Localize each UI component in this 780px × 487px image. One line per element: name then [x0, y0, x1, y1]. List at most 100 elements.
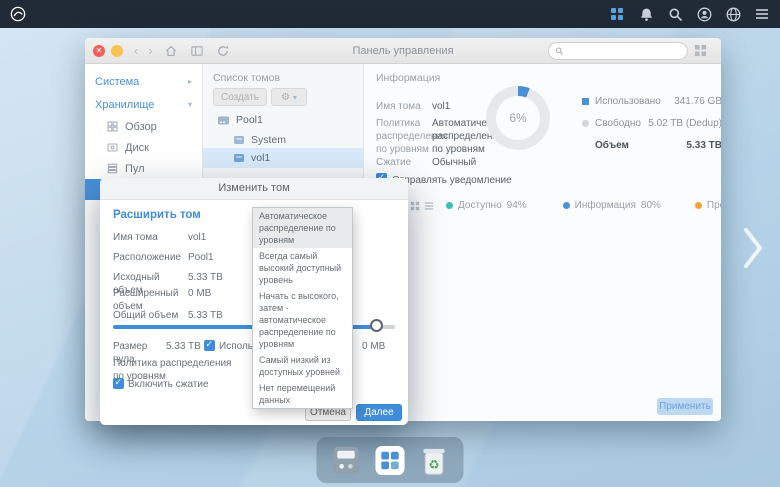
notify-label: Отправлять уведомление [392, 175, 512, 186]
dialog-field-value: vol1 [188, 232, 207, 243]
sidebar-storage-label: Хранилище [95, 98, 155, 111]
sidebar-disk-label: Диск [125, 141, 149, 154]
svg-text:♻: ♻ [428, 457, 439, 472]
volume-icon [234, 154, 244, 162]
next-button[interactable]: Далее [356, 404, 402, 421]
tree-item-vol1[interactable]: vol1 [203, 148, 363, 168]
dropdown-option[interactable]: Нет перемещений данных [253, 380, 352, 408]
menu-icon[interactable] [754, 6, 770, 22]
user-icon[interactable] [696, 6, 712, 22]
home-icon[interactable] [164, 44, 178, 58]
window-search-input[interactable] [567, 44, 681, 57]
view-grid-icon[interactable] [694, 44, 707, 57]
used-bullet-icon [582, 97, 589, 105]
nas-device-icon[interactable] [330, 444, 363, 477]
info-field-value: Обычный [432, 157, 477, 168]
view-grid-small-icon[interactable] [410, 201, 420, 211]
dialog-field-value: 0 MB [188, 288, 212, 299]
dialog-field-label: Общий объем [113, 310, 179, 321]
available-dot-icon [446, 202, 453, 209]
chevron-down-icon: ▾ [187, 100, 192, 109]
sidebar-item-overview[interactable]: Обзор [85, 116, 202, 137]
sidebar-overview-label: Обзор [125, 120, 157, 133]
sidebar-item-pool[interactable]: Пул [85, 158, 202, 179]
apply-button[interactable]: Применить [657, 398, 713, 415]
compression-checkbox-label: Включить сжатие [128, 379, 209, 390]
pool-size-value: 5.33 TB [166, 341, 201, 352]
chevron-right-icon: ▸ [187, 77, 192, 86]
dropdown-option[interactable]: Самый низкий из доступных уровней [253, 352, 352, 380]
status-legend-row: Доступно 94% Информация 80% Предупрежден… [410, 200, 721, 211]
dock: ♻ [316, 437, 464, 483]
legend-total: Объем 5.33 TB [595, 139, 721, 151]
sidebar-system-label: Система [95, 75, 140, 88]
usage-donut-chart: 6% [486, 86, 550, 150]
expanded-size-value: 0 MB [362, 341, 386, 352]
legend-used: Использовано 341.76 GB [582, 90, 721, 112]
dialog-field-label: Имя тома [113, 232, 158, 243]
tree-item-pool1[interactable]: Pool1 [203, 110, 363, 130]
window-header: ✕ ‹ › Панель управления [85, 38, 721, 64]
view-list-small-icon[interactable] [424, 201, 434, 211]
legend-free: Свободно 5.02 TB (Dedup) [582, 112, 721, 134]
info-field-label: Сжатие [376, 157, 412, 168]
donut-percent-label: 6% [509, 111, 527, 125]
warning-dot-icon [694, 202, 702, 209]
nav-back-icon[interactable]: ‹ [134, 44, 138, 57]
info-field-value: vol1 [432, 101, 451, 112]
desktop-next-page-chevron-icon[interactable] [742, 226, 764, 275]
tier-policy-dropdown: Автоматическое распределение по уровням … [252, 207, 353, 409]
topbar [0, 0, 780, 28]
expand-slider-handle[interactable] [370, 319, 383, 332]
system-volume-icon [234, 136, 244, 144]
notifications-icon[interactable] [638, 6, 654, 22]
dropdown-option[interactable]: Начать с высокого, затем - автоматическо… [253, 288, 352, 352]
dialog-field-label: Расположение [113, 252, 181, 263]
dialog-section-title: Расширить том [113, 209, 201, 221]
tree-pool-label: Pool1 [236, 114, 263, 126]
sidebar-item-system[interactable]: Система ▸ [85, 70, 202, 93]
nav-forward-icon[interactable]: › [148, 44, 152, 57]
sidebar-item-storage[interactable]: Хранилище ▾ [85, 93, 202, 116]
search-icon [555, 46, 564, 55]
sidebar-toggle-icon[interactable] [190, 44, 204, 58]
window-title: Панель управления [352, 44, 454, 57]
tree-system-label: System [251, 134, 287, 146]
create-volume-button[interactable]: Создать [213, 88, 267, 106]
dialog-title: Изменить том [100, 178, 408, 200]
status-warning: Предупреждение [694, 200, 721, 211]
apps-icon[interactable] [609, 6, 625, 22]
tree-item-system[interactable]: System [203, 130, 363, 150]
app-center-icon[interactable] [374, 444, 407, 477]
used-checkbox[interactable] [204, 339, 215, 351]
free-bullet-icon [582, 119, 589, 127]
window-minimize-button[interactable] [111, 44, 123, 57]
recycle-bin-icon[interactable]: ♻ [418, 444, 451, 477]
sidebar-item-disk[interactable]: Диск [85, 137, 202, 158]
dropdown-option[interactable]: Автоматическое распределение по уровням [253, 208, 352, 248]
dropdown-option[interactable]: Всегда самый высокий доступный уровень [253, 248, 352, 288]
os-logo-icon[interactable] [10, 6, 26, 22]
window-close-button[interactable]: ✕ [93, 44, 105, 57]
status-information: Информация 80% [562, 200, 661, 211]
volume-list-header: Список томов [213, 72, 281, 84]
overview-icon [107, 121, 118, 132]
pool-icon [107, 163, 118, 174]
info-header: Информация [376, 72, 441, 84]
dialog-field-value: Pool1 [188, 252, 214, 263]
language-icon[interactable] [725, 6, 741, 22]
usage-legend: Использовано 341.76 GB Свободно 5.02 TB … [582, 90, 721, 156]
disk-icon [107, 143, 118, 152]
dialog-field-value: 5.33 TB [188, 310, 223, 321]
information-dot-icon [562, 202, 570, 209]
sidebar-pool-label: Пул [125, 162, 145, 175]
search-icon[interactable] [667, 6, 683, 22]
dialog-field-value: 5.33 TB [188, 272, 223, 283]
volume-actions-button[interactable]: ⚙ ▾ [271, 88, 307, 106]
pool-device-icon [218, 116, 229, 124]
chevron-down-icon: ▾ [292, 92, 297, 102]
refresh-icon[interactable] [216, 44, 230, 58]
desktop: ✕ ‹ › Панель управления Система ▸ Хранил… [0, 0, 780, 487]
window-search-box [548, 41, 688, 60]
compression-checkbox[interactable] [113, 377, 124, 389]
